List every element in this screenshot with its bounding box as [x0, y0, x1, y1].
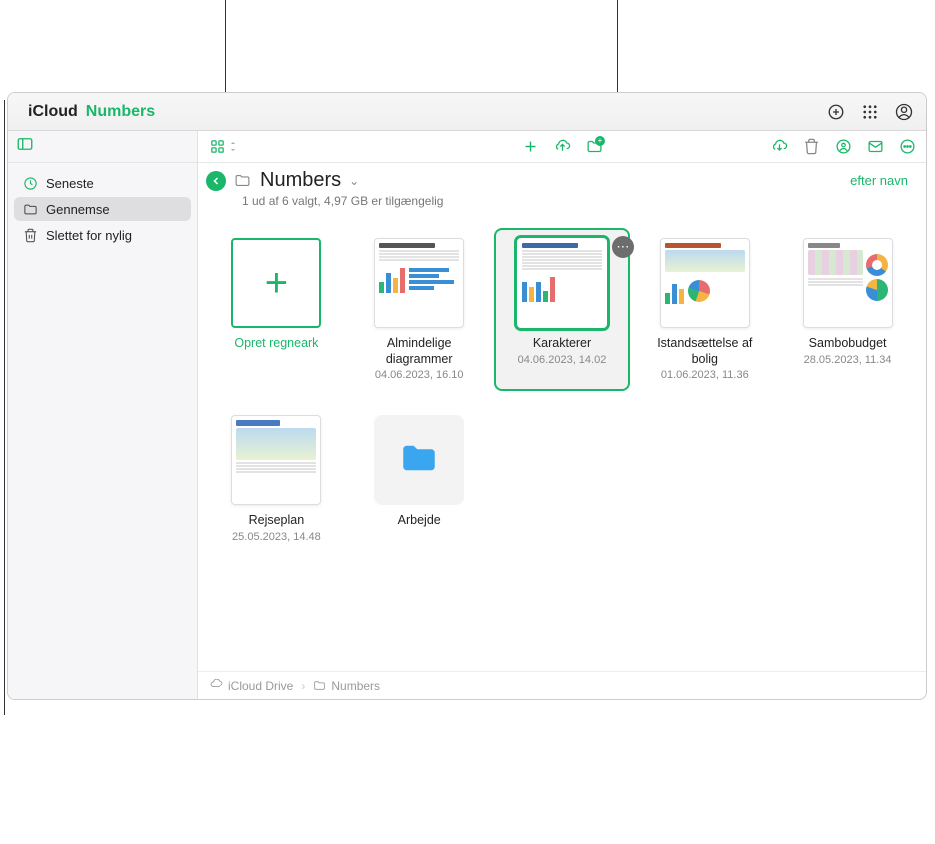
create-thumb: +	[231, 238, 321, 328]
toolbar: +	[198, 131, 926, 163]
tile-date: 01.06.2023, 11.36	[661, 369, 749, 381]
breadcrumb-current-label: Numbers	[331, 679, 380, 693]
share-people-icon[interactable]	[834, 138, 852, 156]
doc-thumbnail	[517, 238, 607, 328]
document-grid: + Opret regneark	[198, 214, 926, 563]
sidebar: Seneste Gennemse Slettet for nylig	[8, 131, 198, 699]
app-window: iCloud Numbers	[7, 92, 927, 700]
breadcrumb-root-label: iCloud Drive	[228, 679, 293, 693]
sort-button[interactable]: efter navn	[850, 173, 914, 188]
tile-name: Opret regneark	[234, 336, 318, 352]
titlebar-app-name: Numbers	[86, 103, 155, 121]
folder-icon	[234, 172, 252, 190]
breadcrumb-separator-icon: ›	[301, 679, 305, 693]
folder-tile[interactable]: Arbejde	[351, 405, 488, 553]
titlebar-prefix: iCloud	[28, 103, 78, 121]
tile-date: 25.05.2023, 14.48	[232, 531, 321, 543]
tile-date: 04.06.2023, 16.10	[375, 369, 464, 381]
plus-icon: +	[265, 261, 288, 306]
breadcrumb: iCloud Drive › Numbers	[198, 671, 926, 699]
tile-name: Sambobudget	[809, 336, 887, 352]
doc-thumbnail	[660, 238, 750, 328]
folder-thumbnail	[374, 415, 464, 505]
document-tile[interactable]: Sambobudget 28.05.2023, 11.34	[779, 228, 916, 391]
more-options-button[interactable]: ⋯	[612, 236, 634, 258]
titlebar: iCloud Numbers	[8, 93, 926, 131]
doc-thumbnail	[374, 238, 464, 328]
sidebar-item-label: Seneste	[46, 176, 94, 191]
tile-date: 04.06.2023, 14.02	[518, 354, 607, 366]
page-title: Numbers	[260, 169, 341, 192]
account-icon[interactable]	[894, 102, 914, 122]
tile-name: Karakterer	[533, 336, 591, 352]
tile-name: Istandsættelse af bolig	[642, 336, 767, 367]
create-spreadsheet-button[interactable]: + Opret regneark	[208, 228, 345, 391]
more-icon[interactable]	[898, 138, 916, 156]
doc-thumbnail	[231, 415, 321, 505]
sidebar-item-label: Gennemse	[46, 202, 110, 217]
doc-thumbnail	[803, 238, 893, 328]
selection-status: 1 ud af 6 valgt, 4,97 GB er tilgængelig	[198, 194, 926, 214]
header-row: Numbers ⌄ efter navn	[198, 163, 926, 194]
sidebar-item-recently-deleted[interactable]: Slettet for nylig	[14, 223, 191, 247]
sidebar-item-recents[interactable]: Seneste	[14, 171, 191, 195]
document-tile[interactable]: Almindelige diagrammer 04.06.2023, 16.10	[351, 228, 488, 391]
sidebar-item-browse[interactable]: Gennemse	[14, 197, 191, 221]
mail-icon[interactable]	[866, 138, 884, 156]
add-icon[interactable]	[521, 138, 539, 156]
folder-big-icon	[398, 437, 440, 484]
callout-line-2	[617, 0, 618, 93]
view-options-chevron-icon[interactable]	[228, 138, 238, 156]
sidebar-toggle-icon[interactable]	[16, 135, 34, 158]
callout-line-1	[225, 0, 226, 93]
tile-name: Rejseplan	[249, 513, 305, 529]
breadcrumb-current[interactable]: Numbers	[313, 679, 380, 693]
breadcrumb-root[interactable]: iCloud Drive	[210, 679, 293, 693]
view-grid-icon[interactable]	[208, 138, 226, 156]
upload-cloud-icon[interactable]	[553, 138, 571, 156]
clock-icon	[22, 175, 38, 191]
download-cloud-icon[interactable]	[770, 138, 788, 156]
new-folder-icon[interactable]: +	[585, 138, 603, 156]
tile-name: Almindelige diagrammer	[357, 336, 482, 367]
sidebar-item-label: Slettet for nylig	[46, 228, 132, 243]
tile-name: Arbejde	[398, 513, 441, 529]
back-button[interactable]	[206, 171, 226, 191]
main-area: +	[198, 131, 926, 699]
document-tile[interactable]: Rejseplan 25.05.2023, 14.48	[208, 405, 345, 553]
new-item-icon[interactable]	[826, 102, 846, 122]
title-chevron-icon[interactable]: ⌄	[349, 174, 359, 188]
document-tile[interactable]: ⋯ Karakterer 04.06.2023, 14.02	[494, 228, 631, 391]
app-launcher-icon[interactable]	[860, 102, 880, 122]
document-tile[interactable]: Istandsættelse af bolig 01.06.2023, 11.3…	[636, 228, 773, 391]
folder-icon	[22, 201, 38, 217]
callout-line-3	[4, 100, 5, 715]
tile-date: 28.05.2023, 11.34	[804, 354, 892, 366]
trash-icon	[22, 227, 38, 243]
delete-icon[interactable]	[802, 138, 820, 156]
